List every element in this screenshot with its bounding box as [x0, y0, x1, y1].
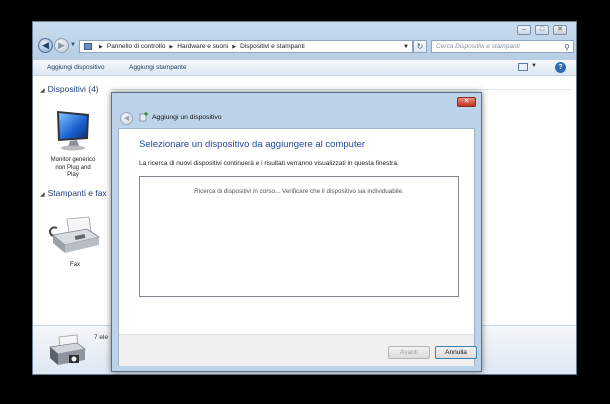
monitor-label-line: Play — [67, 172, 79, 178]
next-button[interactable]: Avanti — [388, 346, 430, 359]
dialog-close-button[interactable]: ✕ — [457, 97, 476, 107]
collapse-icon[interactable]: ◢ — [40, 88, 45, 94]
cancel-button[interactable]: Annulla — [435, 346, 477, 359]
breadcrumb-item[interactable]: Dispositivi e stampanti — [240, 43, 305, 50]
view-dropdown-icon[interactable]: ▼ — [531, 63, 537, 69]
breadcrumb-separator-icon: ▶ — [232, 43, 237, 50]
window-frame: – □ ✕ ◀ ▶ ▼ ▶ Pannello di controllo ▶ Ha… — [33, 22, 576, 60]
monitor-device[interactable] — [53, 109, 93, 153]
dialog-back-button[interactable]: ◀ — [120, 112, 133, 125]
dialog-heading: Selezionare un dispositivo da aggiungere… — [139, 139, 366, 150]
collapse-icon[interactable]: ◢ — [40, 192, 45, 198]
help-icon[interactable]: ? — [555, 62, 566, 73]
group-header-printers[interactable]: ◢ Stampanti e fax — [40, 188, 107, 198]
maximize-button[interactable]: □ — [535, 25, 549, 35]
monitor-label-line: non Plug and — [55, 164, 91, 171]
command-bar: Aggiungi dispositivo Aggiungi stampante … — [33, 60, 576, 76]
monitor-label[interactable]: Monitor generico non Plug and Play — [41, 157, 105, 180]
multifunction-printer-icon — [47, 331, 87, 371]
search-icon[interactable]: ⚲ — [564, 42, 570, 53]
refresh-icon: ↻ — [416, 42, 424, 51]
address-bar[interactable]: ▶ Pannello di controllo ▶ Hardware e suo… — [79, 40, 413, 53]
add-device-button[interactable]: Aggiungi dispositivo — [47, 64, 104, 71]
monitor-label-line: Monitor generico — [50, 157, 96, 163]
fax-device[interactable] — [49, 215, 103, 257]
back-button[interactable]: ◀ — [38, 38, 53, 53]
dialog-footer: Avanti Annulla — [119, 334, 477, 366]
breadcrumb-item[interactable]: Hardware e suoni — [177, 43, 228, 50]
control-panel-icon — [84, 43, 92, 50]
search-placeholder: Cerca Dispositivi e stampanti — [436, 43, 520, 50]
item-count: 7 ele — [94, 334, 109, 341]
device-list[interactable]: Ricerca di dispositivi in corso... Verif… — [139, 176, 459, 297]
group-label: Dispositivi (4) — [47, 84, 99, 94]
group-header-devices[interactable]: ◢ Dispositivi (4) — [40, 84, 99, 94]
group-label: Stampanti e fax — [47, 188, 107, 198]
minimize-button[interactable]: – — [517, 25, 531, 35]
add-device-icon — [139, 111, 150, 125]
dialog-description: La ricerca di nuovi dispositivi continue… — [139, 160, 399, 167]
search-status-text: Ricerca di dispositivi in corso... Verif… — [194, 188, 404, 195]
dialog-title: Aggiungi un dispositivo — [152, 114, 222, 121]
monitor-icon — [57, 111, 89, 151]
add-device-dialog: ✕ ◀ Aggiungi un dispositivo Selezionare … — [111, 92, 482, 372]
address-dropdown-icon[interactable]: ▼ — [403, 44, 409, 50]
fax-label[interactable]: Fax — [53, 262, 97, 270]
forward-button[interactable]: ▶ — [54, 38, 69, 53]
close-button[interactable]: ✕ — [553, 25, 567, 35]
recent-pages-dropdown[interactable]: ▼ — [70, 42, 76, 48]
search-input[interactable]: Cerca Dispositivi e stampanti ⚲ — [431, 40, 574, 53]
breadcrumb-separator-icon: ▶ — [99, 43, 103, 50]
add-printer-button[interactable]: Aggiungi stampante — [129, 64, 186, 71]
refresh-button[interactable]: ↻ — [413, 40, 427, 53]
dialog-content: Selezionare un dispositivo da aggiungere… — [118, 128, 477, 366]
view-options-icon[interactable] — [518, 63, 528, 71]
group-divider — [111, 89, 571, 90]
fax-icon — [49, 216, 100, 253]
breadcrumb-item[interactable]: Pannello di controllo — [107, 43, 166, 50]
breadcrumb-separator-icon: ▶ — [169, 43, 174, 50]
